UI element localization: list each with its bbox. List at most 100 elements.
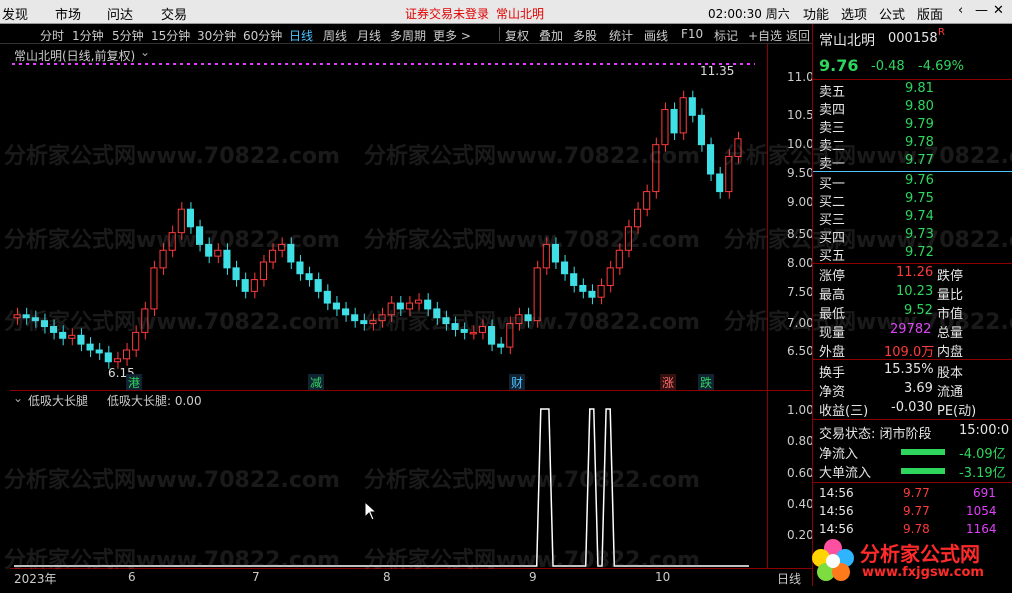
logo-url: www.fxjgsw.com bbox=[862, 565, 984, 580]
menu-trade[interactable]: 交易 bbox=[161, 4, 187, 23]
stat-label: 净资 bbox=[819, 385, 846, 400]
tab-daily[interactable]: 日线 bbox=[289, 27, 313, 44]
candle-body bbox=[433, 308, 441, 319]
tab-multi-period[interactable]: 多周期 bbox=[390, 27, 426, 44]
stat-label: 最高 bbox=[819, 288, 846, 303]
candle-body bbox=[415, 299, 423, 304]
date-label-9: 9 bbox=[529, 570, 537, 584]
candle-body bbox=[314, 279, 322, 292]
tick-price: 9.77 bbox=[903, 504, 930, 518]
candle-body bbox=[86, 343, 94, 351]
candle-body bbox=[113, 358, 121, 363]
close-icon[interactable]: ✕ bbox=[993, 3, 1004, 18]
tab-1min[interactable]: 1分钟 bbox=[72, 27, 104, 44]
flow-value: -4.09亿 bbox=[959, 447, 1006, 462]
candle-body bbox=[287, 243, 295, 263]
stat-label: 最低 bbox=[819, 307, 846, 322]
candle-body bbox=[606, 267, 614, 286]
candle-body bbox=[734, 138, 742, 157]
minimize-icon[interactable]: — bbox=[975, 3, 988, 18]
tool-back[interactable]: 返回 bbox=[786, 27, 810, 44]
kline-chart[interactable]: 常山北明(日线,前复权) ⌄ 11.00 10.50 10.00 9.50 9.… bbox=[10, 44, 821, 391]
tab-30min[interactable]: 30分钟 bbox=[197, 27, 236, 44]
menu-discover[interactable]: 发现 bbox=[2, 4, 28, 23]
ask-label: 卖二 bbox=[819, 139, 846, 154]
tool-draw[interactable]: 画线 bbox=[644, 27, 668, 44]
ask-price: 9.78 bbox=[905, 135, 934, 150]
candle-body bbox=[278, 243, 286, 251]
tab-monthly[interactable]: 月线 bbox=[357, 27, 381, 44]
stat-label: 外盘 bbox=[819, 345, 846, 360]
status-stock-name: 常山北明 bbox=[496, 7, 545, 21]
event-marker-finance[interactable]: 财 bbox=[509, 374, 526, 391]
candle-body bbox=[597, 284, 605, 298]
date-label-year: 2023年 bbox=[14, 572, 57, 586]
candle-body bbox=[59, 331, 67, 339]
divider bbox=[813, 482, 1012, 483]
menu-layout[interactable]: 版面 bbox=[917, 4, 943, 23]
candle-body bbox=[241, 279, 249, 292]
tab-15min[interactable]: 15分钟 bbox=[151, 27, 190, 44]
event-marker-down[interactable]: 跌 bbox=[698, 374, 715, 391]
stat-label: 收益(三) bbox=[819, 404, 869, 419]
menu-formula[interactable]: 公式 bbox=[879, 4, 905, 23]
tab-timeshare[interactable]: 分时 bbox=[40, 27, 64, 44]
candle-body bbox=[506, 323, 514, 348]
bid-label: 买二 bbox=[819, 195, 846, 210]
tool-f10[interactable]: F10 bbox=[681, 27, 703, 41]
high-price-label: 11.35 bbox=[700, 64, 735, 78]
indicator-tick-1.00: 1.00 bbox=[787, 403, 814, 417]
candle-body bbox=[259, 261, 267, 281]
candle-body bbox=[405, 302, 413, 310]
menu-options[interactable]: 选项 bbox=[841, 4, 867, 23]
tool-mark[interactable]: 标记 bbox=[714, 27, 738, 44]
ask-price: 9.77 bbox=[905, 153, 934, 168]
candle-body bbox=[31, 317, 39, 322]
tool-multi-stock[interactable]: 多股 bbox=[573, 27, 597, 44]
event-marker-reduce[interactable]: 减 bbox=[308, 374, 325, 391]
tool-stats[interactable]: 统计 bbox=[609, 27, 633, 44]
tick-time: 14:56 bbox=[819, 504, 854, 518]
back-window-icon[interactable]: ‹ bbox=[958, 3, 963, 18]
login-status[interactable]: 证券交易未登录 bbox=[405, 5, 489, 22]
stat-value: 11.26 bbox=[896, 265, 934, 280]
ask-label: 卖三 bbox=[819, 121, 846, 136]
tab-weekly[interactable]: 周线 bbox=[323, 27, 347, 44]
event-marker-hk[interactable]: 港 bbox=[126, 374, 143, 391]
tab-more[interactable]: 更多 > bbox=[433, 27, 471, 44]
ask-label: 卖五 bbox=[819, 85, 846, 100]
bid-label: 买四 bbox=[819, 231, 846, 246]
tool-overlay[interactable]: 叠加 bbox=[539, 27, 563, 44]
candle-body bbox=[707, 144, 715, 175]
candle-body bbox=[141, 308, 149, 333]
candle-body bbox=[515, 314, 523, 325]
stat-label: 股本 bbox=[937, 366, 964, 381]
menu-function[interactable]: 功能 bbox=[803, 4, 829, 23]
tick-price: 9.77 bbox=[903, 486, 930, 500]
menu-wenda[interactable]: 问达 bbox=[107, 4, 133, 23]
price-tick-8.50: 8.50 bbox=[787, 227, 814, 241]
candle-body bbox=[159, 249, 167, 269]
candle-body bbox=[643, 191, 651, 210]
indicator-chart[interactable]: ⌄ 低吸大长腿 低吸大长腿: 0.00 1.00 0.80 0.60 0.40 … bbox=[10, 390, 814, 569]
candle-body bbox=[396, 302, 404, 310]
candle-body bbox=[716, 173, 724, 193]
tool-rights[interactable]: 复权 bbox=[505, 27, 529, 44]
tab-60min[interactable]: 60分钟 bbox=[243, 27, 282, 44]
date-label-8: 8 bbox=[383, 570, 391, 584]
event-marker-up[interactable]: 涨 bbox=[660, 374, 677, 391]
stat-value: 3.69 bbox=[904, 381, 933, 396]
ask-label: 卖一 bbox=[819, 157, 846, 172]
trade-state: 交易状态: 闭市阶段 bbox=[819, 427, 932, 442]
candle-body bbox=[22, 314, 30, 319]
candle-body bbox=[378, 314, 386, 322]
kline-svg bbox=[12, 63, 755, 369]
candle-body bbox=[579, 284, 587, 292]
menu-market[interactable]: 市场 bbox=[55, 4, 81, 23]
candle-body bbox=[697, 114, 705, 146]
tab-5min[interactable]: 5分钟 bbox=[112, 27, 144, 44]
candle-body bbox=[588, 290, 596, 298]
tool-add-favorite[interactable]: +自选 bbox=[748, 27, 782, 44]
trade-state-time: 15:00:0 bbox=[959, 423, 1010, 438]
date-mode-label[interactable]: 日线 bbox=[777, 570, 801, 587]
